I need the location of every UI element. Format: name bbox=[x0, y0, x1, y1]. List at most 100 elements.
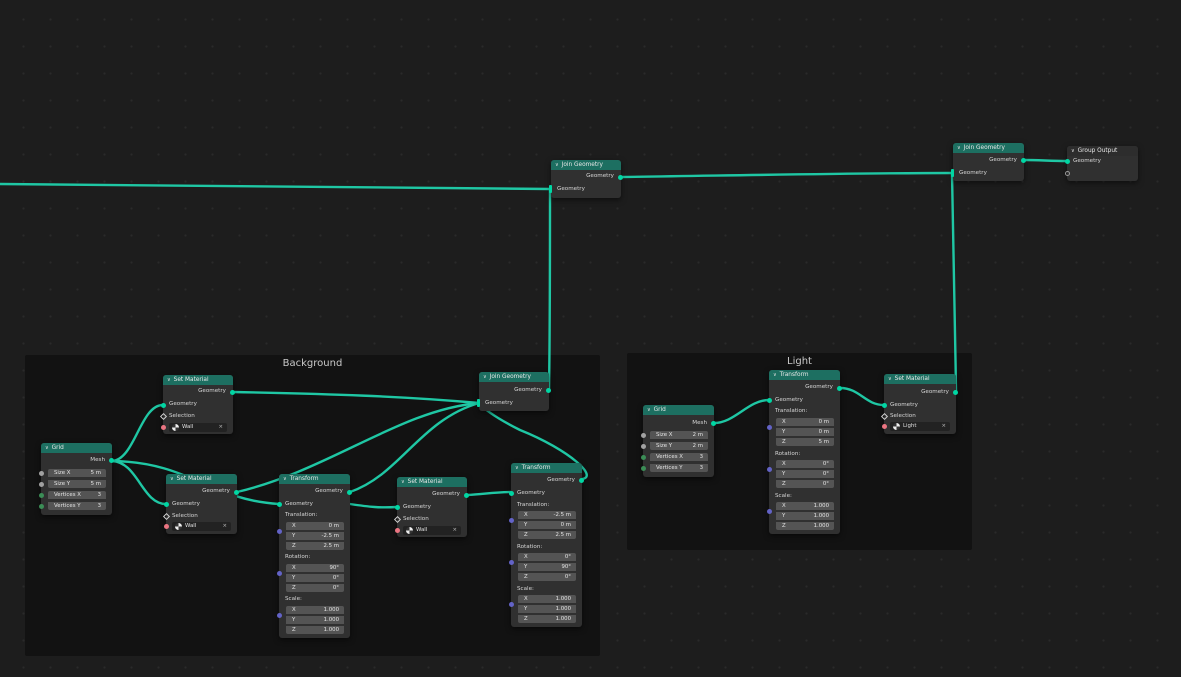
chevron-down-icon[interactable]: ∨ bbox=[283, 476, 287, 482]
output-geometry-socket[interactable] bbox=[546, 388, 551, 393]
translation-socket[interactable] bbox=[767, 425, 772, 430]
translation-x-field[interactable]: X0 m bbox=[776, 418, 834, 426]
node-header[interactable]: ∨ Set Material bbox=[397, 477, 467, 487]
output-geometry-socket[interactable] bbox=[1021, 158, 1026, 163]
node-transform-2[interactable]: ∨ Transform Geometry Geometry Translation… bbox=[509, 463, 584, 627]
translation-y-field[interactable]: Y0 m bbox=[518, 521, 576, 529]
translation-socket[interactable] bbox=[277, 529, 282, 534]
node-header[interactable]: ∨ Transform bbox=[279, 474, 350, 484]
scale-x-field[interactable]: X 1.000 bbox=[286, 606, 344, 614]
close-icon[interactable]: × bbox=[941, 422, 946, 431]
node-grid-light[interactable]: ∨ Grid Mesh Size X2 m Size Y2 m Vertices … bbox=[641, 405, 716, 477]
translation-z-field[interactable]: Z5 m bbox=[776, 438, 834, 446]
node-header[interactable]: ∨ Grid bbox=[41, 443, 112, 453]
node-header[interactable]: ∨ Transform bbox=[769, 370, 840, 380]
node-join-geometry-main[interactable]: ∨ Join Geometry Geometry Geometry bbox=[549, 160, 623, 198]
scale-socket[interactable] bbox=[767, 509, 772, 514]
size-y-field[interactable]: Size Y5 m bbox=[48, 480, 106, 488]
chevron-down-icon[interactable]: ∨ bbox=[773, 372, 777, 378]
node-header[interactable]: ∨ Set Material bbox=[884, 374, 956, 384]
input-geometry-multi-socket[interactable] bbox=[549, 185, 552, 193]
node-set-material-2[interactable]: ∨ Set Material Geometry Geometry Selectio… bbox=[162, 474, 239, 534]
material-socket[interactable] bbox=[161, 425, 166, 430]
size-x-field[interactable]: Size X2 m bbox=[650, 431, 708, 439]
close-icon[interactable]: × bbox=[452, 526, 457, 535]
rotation-y-field[interactable]: Y 0° bbox=[286, 574, 344, 582]
vertices-x-field[interactable]: Vertices X3 bbox=[48, 491, 106, 499]
node-set-material-3[interactable]: ∨ Set Material Geometry Geometry Selectio… bbox=[393, 477, 469, 537]
chevron-down-icon[interactable]: ∨ bbox=[483, 374, 487, 380]
vertices-x-socket[interactable] bbox=[641, 455, 646, 460]
material-socket[interactable] bbox=[882, 424, 887, 429]
node-set-material-1[interactable]: ∨ Set Material Geometry Geometry Selectio… bbox=[159, 375, 235, 434]
output-geometry-socket[interactable] bbox=[234, 490, 239, 495]
chevron-down-icon[interactable]: ∨ bbox=[45, 445, 49, 451]
close-icon[interactable]: × bbox=[218, 423, 223, 432]
output-geometry-socket[interactable] bbox=[579, 478, 584, 483]
input-geometry-socket[interactable] bbox=[395, 505, 400, 510]
material-field[interactable]: Wall × bbox=[169, 423, 227, 432]
chevron-down-icon[interactable]: ∨ bbox=[515, 465, 519, 471]
vertices-x-socket[interactable] bbox=[39, 493, 44, 498]
input-geometry-socket[interactable] bbox=[509, 491, 514, 496]
input-geometry-multi-socket[interactable] bbox=[951, 169, 954, 177]
translation-x-field[interactable]: X0 m bbox=[286, 522, 344, 530]
translation-y-field[interactable]: Y0 m bbox=[776, 428, 834, 436]
input-geometry-socket[interactable] bbox=[882, 403, 887, 408]
node-group-output[interactable]: ∨ Group Output Geometry bbox=[1065, 146, 1138, 181]
scale-z-field[interactable]: Z 1.000 bbox=[518, 615, 576, 623]
rotation-socket[interactable] bbox=[767, 467, 772, 472]
material-field[interactable]: Wall × bbox=[403, 526, 461, 535]
rotation-socket[interactable] bbox=[509, 560, 514, 565]
node-header[interactable]: ∨ Join Geometry bbox=[551, 160, 621, 170]
chevron-down-icon[interactable]: ∨ bbox=[647, 407, 651, 413]
node-header[interactable]: ∨ Grid bbox=[643, 405, 714, 415]
rotation-x-field[interactable]: X 0° bbox=[776, 460, 834, 468]
material-socket[interactable] bbox=[395, 528, 400, 533]
output-geometry-socket[interactable] bbox=[953, 390, 958, 395]
rotation-x-field[interactable]: X 90° bbox=[286, 564, 344, 572]
output-geometry-socket[interactable] bbox=[464, 493, 469, 498]
node-header[interactable]: ∨ Transform bbox=[511, 463, 582, 473]
size-x-socket[interactable] bbox=[641, 433, 646, 438]
chevron-down-icon[interactable]: ∨ bbox=[555, 162, 559, 168]
chevron-down-icon[interactable]: ∨ bbox=[167, 377, 171, 383]
size-x-field[interactable]: Size X5 m bbox=[48, 469, 106, 477]
rotation-x-field[interactable]: X 0° bbox=[518, 553, 576, 561]
output-geometry-socket[interactable] bbox=[837, 386, 842, 391]
node-join-geometry-final[interactable]: ∨ Join Geometry Geometry Geometry bbox=[951, 143, 1026, 181]
output-geometry-socket[interactable] bbox=[347, 490, 352, 495]
output-mesh-socket[interactable] bbox=[109, 458, 114, 463]
translation-x-field[interactable]: X -2.5 m bbox=[518, 511, 576, 519]
translation-y-field[interactable]: Y -2.5 m bbox=[286, 532, 344, 540]
node-header[interactable]: ∨ Set Material bbox=[166, 474, 237, 484]
rotation-y-field[interactable]: Y 90° bbox=[518, 563, 576, 571]
input-geometry-socket[interactable] bbox=[767, 398, 772, 403]
size-y-field[interactable]: Size Y2 m bbox=[650, 442, 708, 450]
scale-y-field[interactable]: Y 1.000 bbox=[776, 512, 834, 520]
chevron-down-icon[interactable]: ∨ bbox=[957, 145, 961, 151]
input-geometry-socket[interactable] bbox=[277, 502, 282, 507]
rotation-z-field[interactable]: Z 0° bbox=[286, 584, 344, 592]
vertices-y-field[interactable]: Vertices Y3 bbox=[650, 464, 708, 472]
vertices-y-field[interactable]: Vertices Y3 bbox=[48, 502, 106, 510]
input-geometry-socket[interactable] bbox=[161, 403, 166, 408]
material-field[interactable]: Light × bbox=[890, 422, 950, 431]
output-geometry-socket[interactable] bbox=[230, 390, 235, 395]
material-socket[interactable] bbox=[164, 524, 169, 529]
node-transform-1[interactable]: ∨ Transform Geometry Geometry Translation… bbox=[277, 474, 352, 638]
output-mesh-socket[interactable] bbox=[711, 421, 716, 426]
rotation-z-field[interactable]: Z 0° bbox=[518, 573, 576, 581]
input-geometry-socket[interactable] bbox=[164, 502, 169, 507]
scale-socket[interactable] bbox=[277, 613, 282, 618]
rotation-socket[interactable] bbox=[277, 571, 282, 576]
chevron-down-icon[interactable]: ∨ bbox=[888, 376, 892, 382]
scale-z-field[interactable]: Z 1.000 bbox=[286, 626, 344, 634]
node-transform-light[interactable]: ∨ Transform Geometry Geometry Translation… bbox=[767, 370, 842, 534]
translation-z-field[interactable]: Z 2.5 m bbox=[286, 542, 344, 550]
scale-x-field[interactable]: X 1.000 bbox=[518, 595, 576, 603]
close-icon[interactable]: × bbox=[222, 522, 227, 531]
chevron-down-icon[interactable]: ∨ bbox=[170, 476, 174, 482]
node-header[interactable]: ∨ Set Material bbox=[163, 375, 233, 385]
vertices-x-field[interactable]: Vertices X3 bbox=[650, 453, 708, 461]
